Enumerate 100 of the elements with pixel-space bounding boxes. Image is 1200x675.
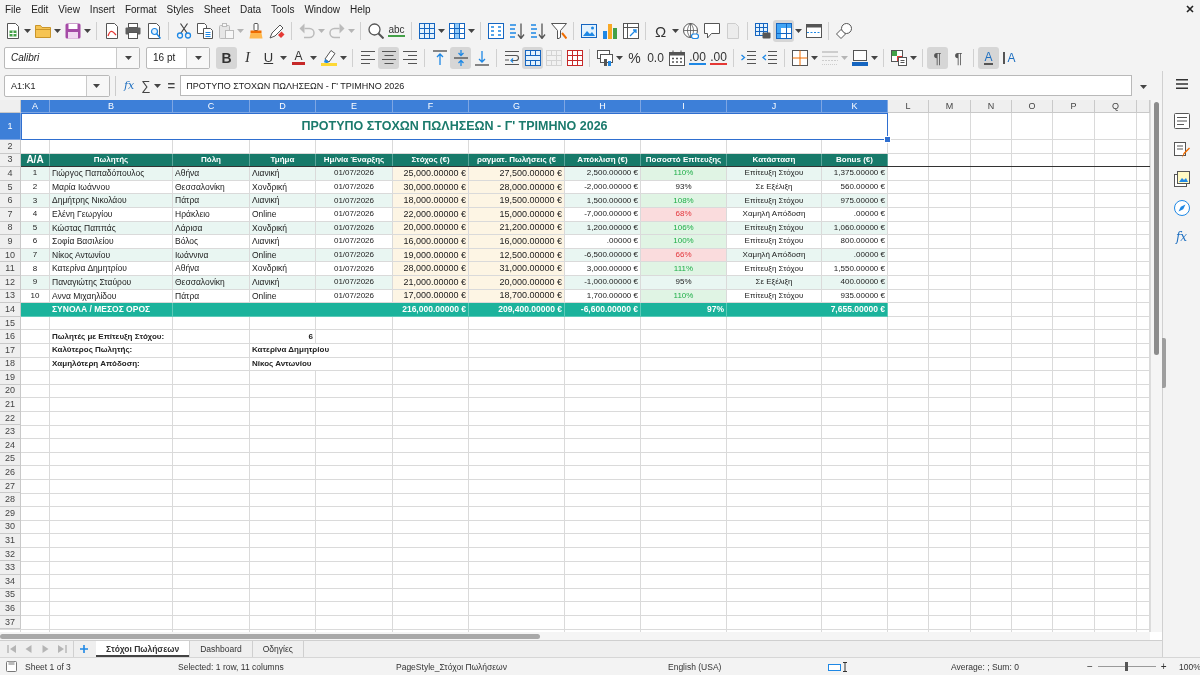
caret-icon[interactable]: [1140, 84, 1147, 89]
zoom-in-button[interactable]: +: [1160, 661, 1167, 672]
column-header[interactable]: H: [565, 100, 641, 113]
row-header[interactable]: 33: [0, 561, 21, 575]
function-wizard-button[interactable]: fx: [124, 79, 135, 92]
caret-icon[interactable]: [616, 55, 623, 60]
sheet-tab[interactable]: Στόχοι Πωλήσεων: [96, 641, 191, 657]
menu-item[interactable]: Window: [299, 3, 345, 15]
plus-icon[interactable]: [80, 645, 88, 653]
rectangle-cursor-icon[interactable]: [828, 661, 848, 672]
row-header[interactable]: 1: [0, 113, 21, 140]
row-header[interactable]: 19: [0, 371, 21, 385]
caret-icon[interactable]: [340, 55, 347, 60]
column-header[interactable]: N: [971, 100, 1012, 113]
merge-center-button[interactable]: [522, 46, 543, 69]
font-color-button[interactable]: A: [288, 46, 309, 69]
menu-item[interactable]: Styles: [161, 3, 199, 15]
magnifier-button[interactable]: [365, 20, 386, 42]
table-grid-button[interactable]: [416, 20, 437, 42]
functions-tab[interactable]: fx: [1175, 229, 1188, 245]
sliders-panel-icon[interactable]: [1173, 113, 1190, 129]
column-header[interactable]: I: [641, 100, 727, 113]
funnel-button[interactable]: [548, 20, 569, 42]
column-header[interactable]: P: [1053, 100, 1095, 113]
table-columns-button[interactable]: [446, 20, 467, 42]
caret-icon[interactable]: [194, 55, 202, 60]
row-header[interactable]: 9: [0, 235, 21, 249]
collapse-handle[interactable]: [1162, 338, 1166, 388]
row-header[interactable]: 23: [0, 425, 21, 440]
column-header[interactable]: K: [822, 100, 888, 113]
row-header[interactable]: 24: [0, 439, 21, 453]
caret-icon[interactable]: [672, 29, 679, 33]
row-header[interactable]: 21: [0, 398, 21, 412]
row-header[interactable]: 14: [0, 303, 21, 317]
row-header[interactable]: 6: [0, 194, 21, 208]
column-header[interactable]: E: [316, 100, 393, 113]
caret-icon[interactable]: [910, 55, 917, 60]
formula-button[interactable]: =: [167, 78, 176, 93]
align-center-button[interactable]: [378, 46, 399, 69]
page-brush-icon[interactable]: [1173, 142, 1190, 158]
close-icon[interactable]: [1186, 5, 1194, 13]
menu-item[interactable]: View: [53, 3, 85, 15]
language[interactable]: English (USA): [668, 661, 722, 672]
pictures-stack-icon[interactable]: [1173, 171, 1190, 187]
column-header[interactable]: J: [727, 100, 822, 113]
column-header[interactable]: Q: [1095, 100, 1137, 113]
bold-button[interactable]: B: [216, 46, 237, 69]
column-header[interactable]: D: [250, 100, 316, 113]
name-box[interactable]: A1:K1: [4, 74, 110, 97]
caret-icon[interactable]: [280, 55, 287, 60]
column-header[interactable]: G: [469, 100, 565, 113]
row-header[interactable]: 11: [0, 262, 21, 276]
sum-button[interactable]: ∑: [141, 78, 151, 93]
pivot-table-button[interactable]: [620, 20, 641, 42]
menu-item[interactable]: Help: [345, 3, 376, 15]
zoom-out-button[interactable]: −: [1087, 661, 1093, 672]
paragraph-ltr-button[interactable]: ¶: [927, 46, 948, 69]
font-name-field[interactable]: Calibri: [4, 46, 140, 69]
text-vertical-button[interactable]: A: [999, 46, 1020, 69]
row-header[interactable]: 26: [0, 466, 21, 480]
column-header[interactable]: L: [888, 100, 929, 113]
underline-button[interactable]: U: [258, 46, 279, 69]
add-decimal-button[interactable]: .00: [687, 46, 708, 69]
scrollbar-thumb[interactable]: [0, 633, 540, 639]
row-header[interactable]: 4: [0, 167, 21, 181]
scrollbar-thumb[interactable]: [1154, 102, 1159, 355]
caret-icon[interactable]: [54, 29, 61, 33]
row-header[interactable]: 36: [0, 602, 21, 616]
menu-item[interactable]: Insert: [84, 3, 120, 15]
zoom-percent[interactable]: 100%: [1179, 661, 1200, 672]
caret-icon[interactable]: [92, 83, 100, 88]
font-size-field[interactable]: 16 pt: [146, 46, 210, 69]
menu-item[interactable]: File: [0, 3, 27, 15]
row-header[interactable]: 16: [0, 330, 21, 344]
table-printer-button[interactable]: [752, 20, 773, 42]
slider-thumb[interactable]: [1125, 662, 1129, 671]
text-horizontal-button[interactable]: A: [978, 46, 999, 69]
align-middle-button[interactable]: [450, 46, 471, 69]
spelling-button[interactable]: abc: [386, 20, 407, 42]
vertical-scrollbar[interactable]: [1150, 100, 1162, 632]
row-header[interactable]: 31: [0, 534, 21, 548]
number-format-button[interactable]: 0.0: [645, 46, 666, 69]
menu-item[interactable]: Format: [119, 3, 162, 15]
caret-icon[interactable]: [468, 29, 475, 33]
row-header[interactable]: 28: [0, 493, 21, 508]
caret-icon[interactable]: [795, 29, 802, 33]
menu-item[interactable]: Data: [234, 3, 267, 15]
two-pages-button[interactable]: [194, 20, 215, 42]
caret-icon[interactable]: [871, 55, 878, 60]
caret-icon[interactable]: [811, 55, 818, 60]
formula-input-field[interactable]: ΠΡΟΤΥΠΟ ΣΤΟΧΩΝ ΠΩΛΗΣΕΩΝ - Γ' ΤΡΙΜΗΝΟ 2026: [180, 75, 1132, 96]
globe-link-button[interactable]: [680, 20, 701, 42]
menu-item[interactable]: Edit: [26, 3, 54, 15]
column-header[interactable]: M: [929, 100, 971, 113]
caret-icon[interactable]: [438, 29, 445, 33]
shapes-button[interactable]: [833, 20, 854, 42]
caret-icon[interactable]: [24, 29, 31, 33]
compass-icon[interactable]: [1173, 200, 1190, 216]
column-header[interactable]: O: [1012, 100, 1053, 113]
caret-icon[interactable]: [84, 29, 91, 33]
